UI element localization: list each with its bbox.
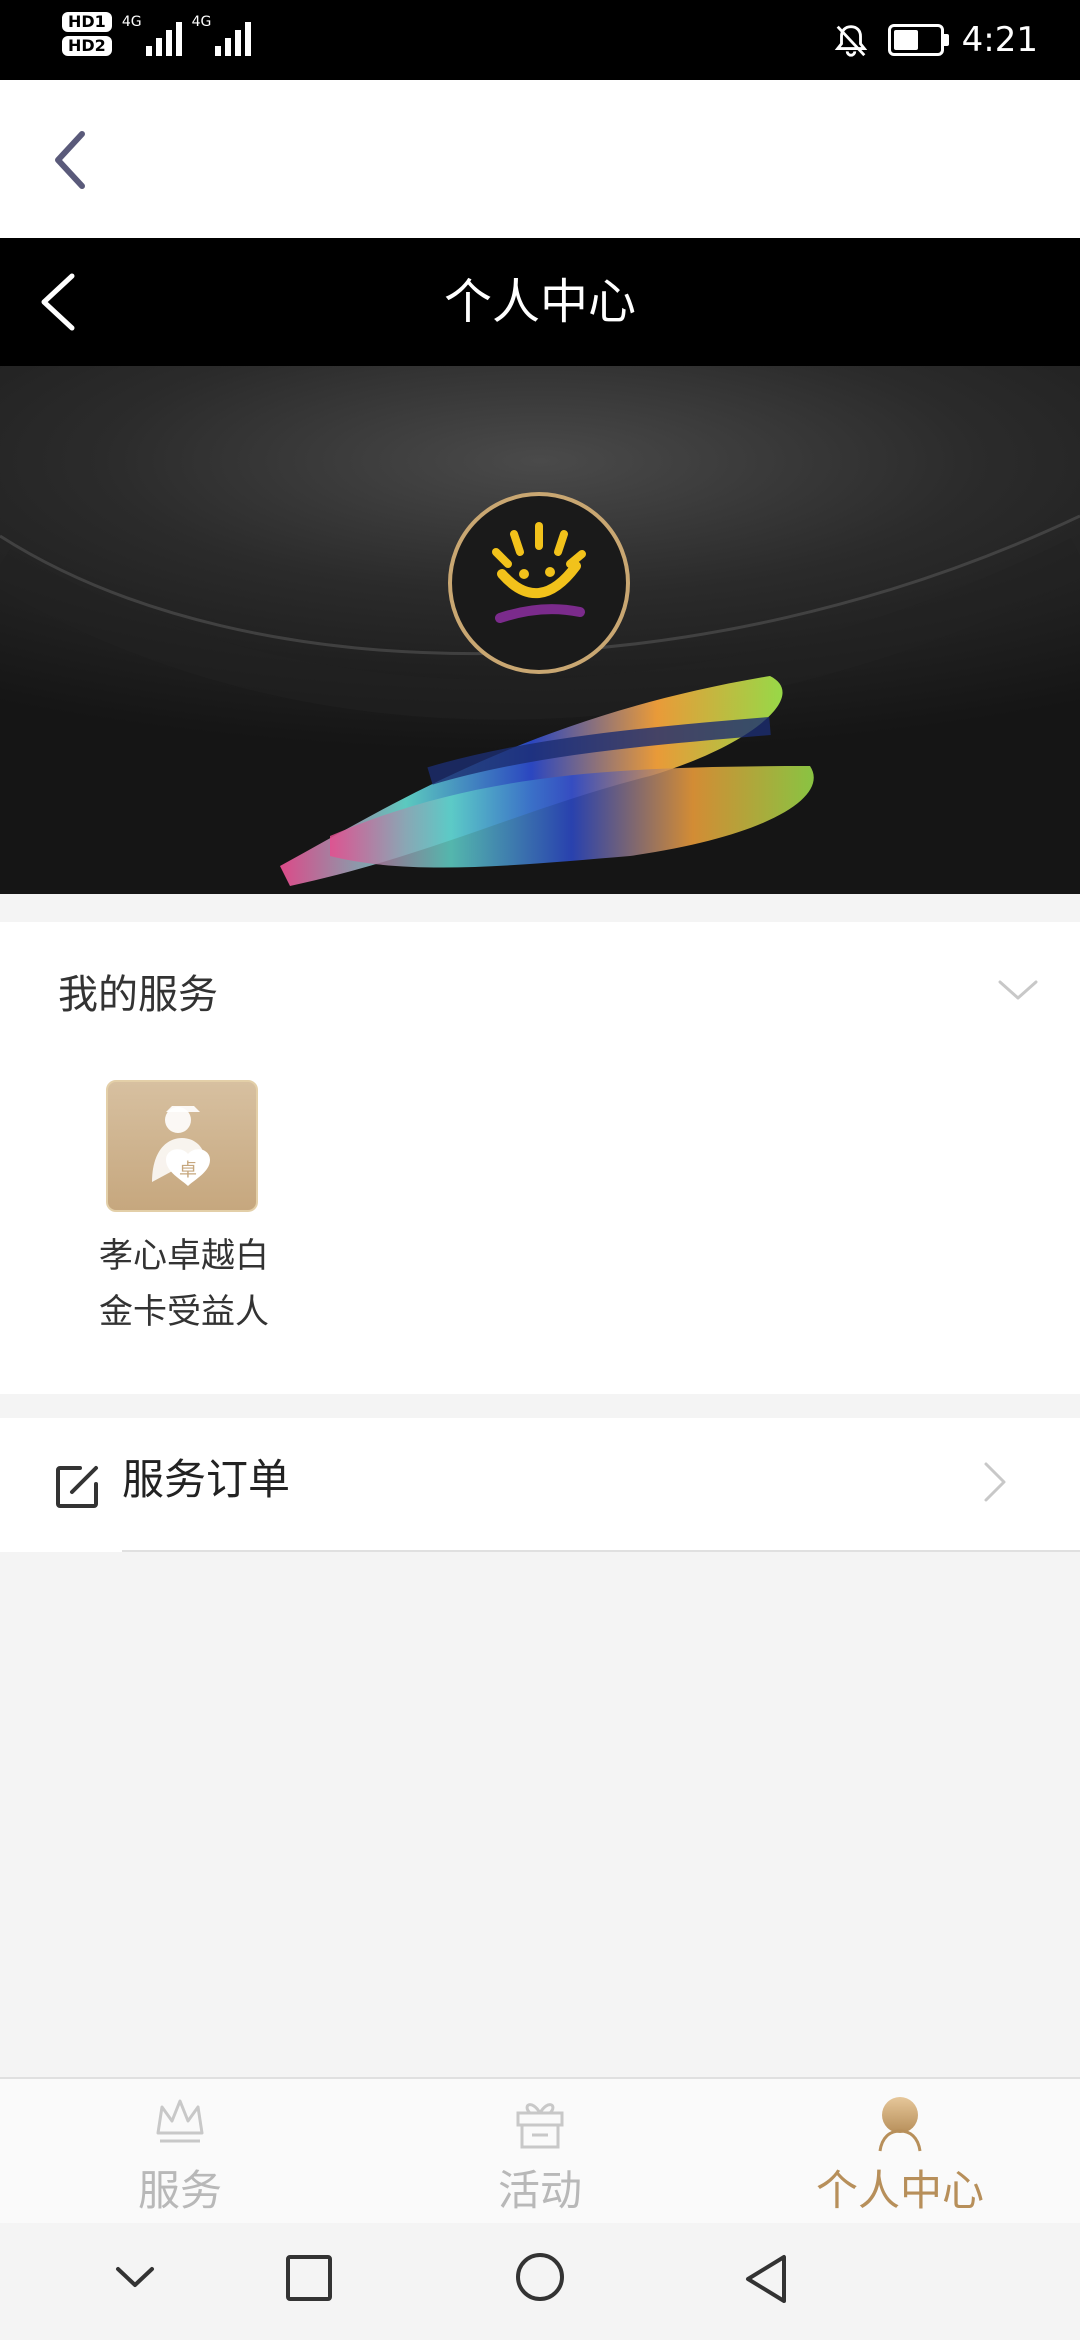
clock: 4:21 xyxy=(961,20,1038,60)
service-orders-label: 服务订单 xyxy=(122,1455,291,1504)
gift-icon xyxy=(516,2103,564,2149)
hd2-badge: HD2 xyxy=(62,36,112,56)
signal-icon-2: 4G xyxy=(192,12,252,56)
person-icon xyxy=(878,2097,922,2152)
tab-personal-center-label: 个人中心 xyxy=(815,2166,984,2215)
service-label-line1: 孝心卓越白 xyxy=(99,1236,269,1276)
tab-personal-center[interactable]: 个人中心 xyxy=(720,2079,1080,2225)
tab-activities[interactable]: 活动 xyxy=(360,2079,720,2225)
home-icon[interactable] xyxy=(512,2253,568,2309)
tab-activities-label: 活动 xyxy=(497,2166,582,2215)
divider xyxy=(122,1550,1080,1552)
network-type-1: 4G xyxy=(121,14,142,30)
elder-care-icon: 卓 xyxy=(152,1106,210,1186)
redacted-name-scribble xyxy=(280,676,814,886)
bell-muted-icon xyxy=(834,25,867,57)
hd-badges: HD1 HD2 xyxy=(62,12,112,56)
service-orders-row[interactable]: 服务订单 xyxy=(0,1418,1080,1552)
back-arrow-icon[interactable] xyxy=(40,120,110,200)
back-icon[interactable] xyxy=(742,2253,792,2309)
svg-text:卓: 卓 xyxy=(179,1160,197,1181)
status-right: 4:21 xyxy=(832,12,1038,68)
crown-icon xyxy=(156,2099,204,2143)
chevron-right-icon xyxy=(984,1462,1006,1502)
chevron-down-icon[interactable] xyxy=(110,2253,160,2303)
my-services-card: 我的服务 卓 孝心卓越白 金卡受益人 xyxy=(0,922,1080,1394)
title-bar: 个人中心 xyxy=(0,238,1080,366)
back-arrow-icon-title[interactable] xyxy=(30,268,90,336)
tab-services[interactable]: 服务 xyxy=(0,2079,360,2225)
signal-icon: 4G xyxy=(122,12,182,56)
status-bar: HD1 HD2 4G 4G 4:21 xyxy=(0,0,1080,80)
sun-logo-icon xyxy=(492,522,586,623)
battery-icon xyxy=(887,24,949,56)
system-nav-bar xyxy=(0,2223,1080,2340)
section-title: 我的服务 xyxy=(58,972,218,1018)
edit-icon xyxy=(56,1466,98,1508)
top-navbar xyxy=(0,80,1080,238)
bottom-tab-bar: 服务 活动 个人中心 xyxy=(0,2077,1080,2225)
tab-services-label: 服务 xyxy=(137,2166,222,2215)
page-title: 个人中心 xyxy=(443,274,636,330)
profile-banner xyxy=(0,366,1080,894)
hd1-badge: HD1 xyxy=(62,12,112,32)
network-type-2: 4G xyxy=(191,14,212,30)
recent-apps-icon[interactable] xyxy=(284,2253,334,2303)
service-item-label: 孝心卓越白 金卡受益人 xyxy=(60,1228,308,1340)
chevron-down-icon[interactable] xyxy=(996,974,1040,1006)
avatar[interactable] xyxy=(448,492,630,674)
service-label-line2: 金卡受益人 xyxy=(99,1292,269,1332)
status-left: HD1 HD2 4G 4G xyxy=(62,12,252,56)
service-item[interactable]: 卓 xyxy=(106,1080,258,1212)
